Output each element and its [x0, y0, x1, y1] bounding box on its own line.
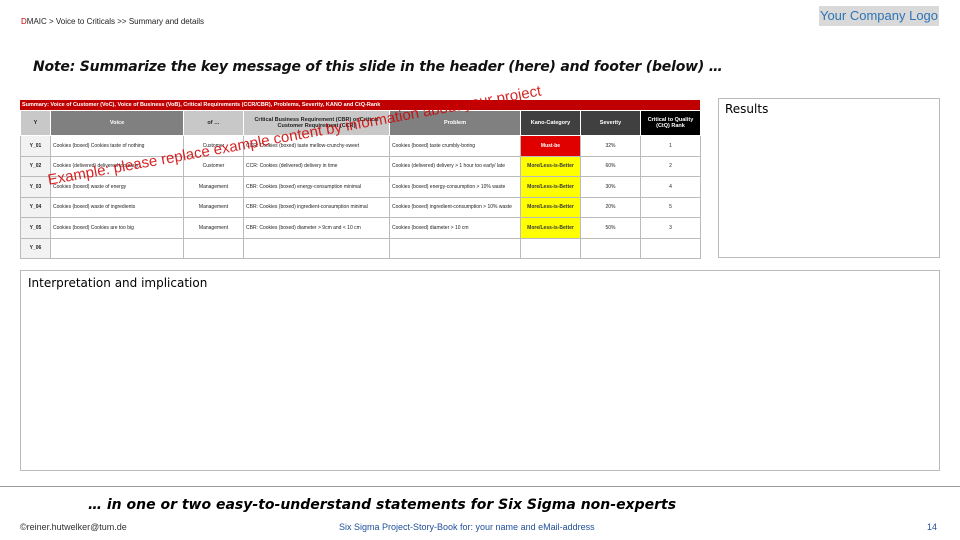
column-header: Severity — [580, 110, 641, 136]
table-cell[interactable]: Cookies (boxed) diameter > 10 cm — [389, 217, 521, 239]
table-cell[interactable] — [520, 237, 581, 259]
results-box: Results — [718, 98, 940, 258]
table-cell[interactable]: 30% — [580, 176, 641, 198]
footer-center: Six Sigma Project-Story-Book for: your n… — [339, 522, 595, 532]
table-cell[interactable]: Y_05 — [20, 217, 51, 239]
table-cell[interactable]: Cookies (boxed) waste of ingredients — [50, 196, 184, 218]
breadcrumb: DMAIC > Voice to Criticals >> Summary an… — [21, 17, 204, 26]
company-logo: Your Company Logo — [819, 6, 939, 26]
table-cell[interactable]: More/Less-is-Better — [520, 155, 581, 177]
table-cell[interactable]: Management — [183, 196, 244, 218]
table-cell[interactable]: More/Less-is-Better — [520, 176, 581, 198]
column-header: of … — [183, 110, 244, 136]
results-label: Results — [725, 102, 769, 116]
column-header: Y — [20, 110, 51, 136]
table-cell[interactable]: More/Less-is-Better — [520, 217, 581, 239]
table-cell[interactable] — [243, 237, 390, 259]
table-cell[interactable]: Management — [183, 217, 244, 239]
table-cell[interactable]: 3 — [640, 217, 701, 239]
interpretation-box: Interpretation and implication — [20, 270, 940, 471]
table-row: Y_03 Cookies (boxed) waste of energy Manag… — [20, 176, 701, 198]
table-cell[interactable]: Cookies (boxed) taste crumbly-boring — [389, 135, 521, 157]
table-title: Summary: Voice of Customer (VoC), Voice … — [20, 100, 700, 110]
table-cell[interactable]: 1 — [640, 135, 701, 157]
table-cell[interactable]: Cookies (boxed) Cookies are too big — [50, 217, 184, 239]
table-cell[interactable]: 32% — [580, 135, 641, 157]
table-cell[interactable]: CBR: Cookies (boxed) diameter > 9cm and … — [243, 217, 390, 239]
table-cell[interactable] — [50, 237, 184, 259]
table-cell[interactable]: CCR: Cookies (delivered) delivery in tim… — [243, 155, 390, 177]
column-header: Kano-Category — [520, 110, 581, 136]
column-header: Critical to Quality (CtQ) Rank — [640, 110, 701, 136]
table-cell[interactable]: More/Less-is-Better — [520, 196, 581, 218]
interpretation-label: Interpretation and implication — [28, 276, 208, 290]
header-note: Note: Summarize the key message of this … — [33, 59, 723, 75]
table-cell[interactable]: 5 — [640, 196, 701, 218]
table-cell[interactable]: 60% — [580, 155, 641, 177]
table-row: Y_05 Cookies (boxed) Cookies are too big M… — [20, 217, 701, 239]
table-cell[interactable]: Must-be — [520, 135, 581, 157]
table-cell[interactable]: Cookies (boxed) ingredient-consumption >… — [389, 196, 521, 218]
page-number: 14 — [927, 522, 938, 532]
table-cell[interactable]: Y_06 — [20, 237, 51, 259]
table-cell[interactable]: 2 — [640, 155, 701, 177]
table-cell[interactable] — [183, 237, 244, 259]
table-cell[interactable]: Cookies (delivered) delivery > 1 hour to… — [389, 155, 521, 177]
footer-message: … in one or two easy-to-understand state… — [88, 497, 677, 513]
table-cell[interactable]: Y_03 — [20, 176, 51, 198]
table-cell[interactable]: Y_01 — [20, 135, 51, 157]
table-row: Y_04 Cookies (boxed) waste of ingredients… — [20, 196, 701, 218]
table-cell[interactable] — [580, 237, 641, 259]
column-header: Voice — [50, 110, 184, 136]
table-cell[interactable]: CBR: Cookies (boxed) ingredient-consumpt… — [243, 196, 390, 218]
footer-divider — [0, 486, 960, 487]
footer-author: ©reiner.hutwelker@tum.de — [20, 522, 127, 532]
table-row: Y_01 Cookies (boxed) Cookies taste of not… — [20, 135, 701, 157]
table-row: Y_06 — [20, 237, 701, 259]
table-cell[interactable]: 20% — [580, 196, 641, 218]
table-cell[interactable]: Cookies (boxed) energy-consumption > 10%… — [389, 176, 521, 198]
table-cell[interactable] — [640, 237, 701, 259]
table-cell[interactable]: 4 — [640, 176, 701, 198]
table-cell[interactable]: Management — [183, 176, 244, 198]
table-cell[interactable]: CBR: Cookies (boxed) energy-consumption … — [243, 176, 390, 198]
breadcrumb-text: MAIC > Voice to Criticals >> Summary and… — [26, 17, 204, 26]
table-cell[interactable] — [389, 237, 521, 259]
table-cell[interactable]: 50% — [580, 217, 641, 239]
table-cell[interactable]: Y_04 — [20, 196, 51, 218]
